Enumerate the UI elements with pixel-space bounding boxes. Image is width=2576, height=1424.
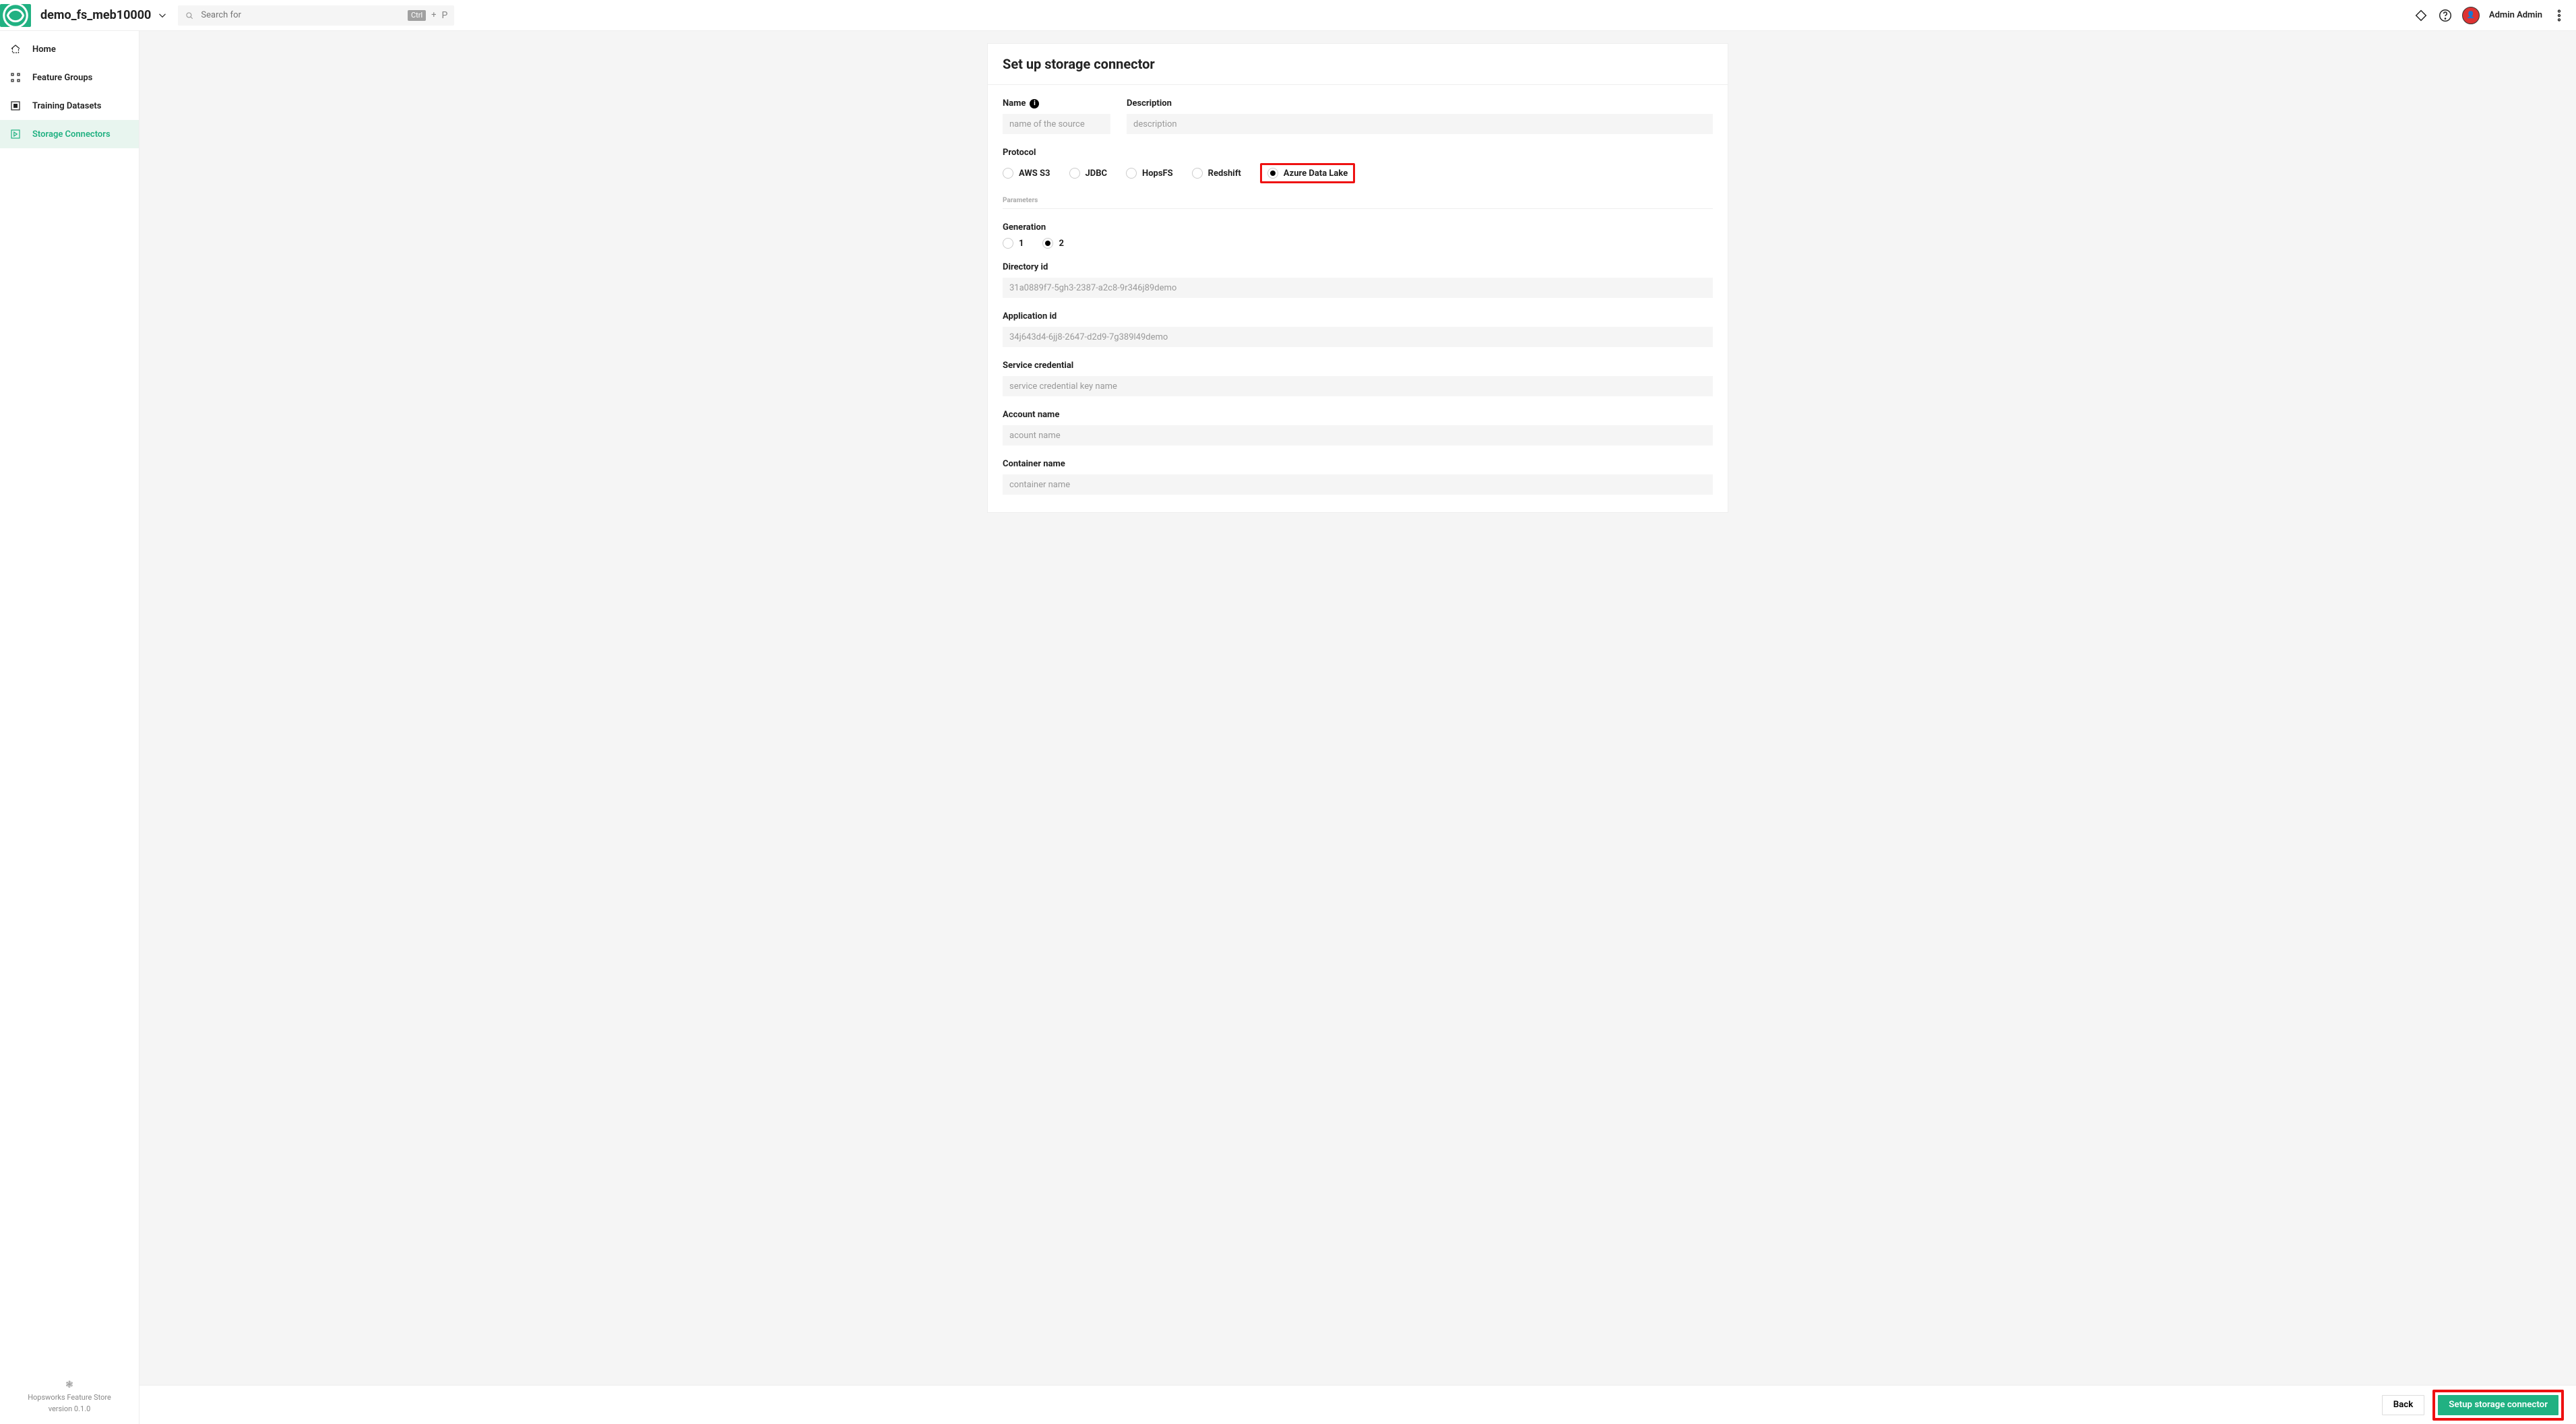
sidebar-item-label: Storage Connectors [32,129,111,140]
sidebar: Home Feature Groups Training Datasets St… [0,31,139,1424]
sidebar-nav: Home Feature Groups Training Datasets St… [0,31,139,148]
app-body: Home Feature Groups Training Datasets St… [0,31,2576,1424]
submit-highlight-annotation: Setup storage connector [2432,1390,2564,1421]
project-name: demo_fs_meb10000 [40,8,151,22]
field-application-id: Application id [1003,311,1713,347]
section-protocol: Protocol AWS S3 JDBC HopsFS Redshift Azure D… [1003,148,1713,183]
training-datasets-icon [9,100,22,112]
card-title: Set up storage connector [988,44,1728,85]
name-input[interactable] [1003,114,1110,134]
sidebar-item-training-datasets[interactable]: Training Datasets [0,92,139,120]
row-name-description: Name i Description [1003,98,1713,134]
feature-groups-icon [9,71,22,84]
home-icon [9,43,22,55]
section-generation: Generation 12 [1003,222,1713,249]
footer-line2: version 0.1.0 [9,1404,129,1415]
kbd-key: P [442,10,448,21]
sidebar-item-feature-groups[interactable]: Feature Groups [0,63,139,92]
generation-option-label: 1 [1019,239,1024,249]
name-label: Name [1003,98,1026,109]
protocol-option-label: AWS S3 [1019,168,1050,179]
radio-icon [1267,168,1278,179]
field-label: Directory id [1003,262,1713,272]
overview-icon[interactable] [2414,8,2428,23]
storage-connectors-icon [9,128,22,140]
protocol-option-label: JDBC [1086,168,1108,179]
field-directory-id: Directory id [1003,262,1713,298]
sidebar-item-label: Training Datasets [32,101,101,111]
radio-icon [1042,238,1053,249]
description-label: Description [1127,98,1713,109]
help-icon[interactable] [2438,8,2453,23]
protocol-option-redshift[interactable]: Redshift [1192,168,1241,179]
kbd-plus: + [431,10,436,20]
radio-icon [1003,168,1013,179]
brand-logo[interactable] [0,4,31,27]
app-header: demo_fs_meb10000 Ctrl + P 👤 Admin Admin [0,0,2576,31]
generation-radio-row: 12 [1003,238,1713,249]
fields-host: Directory id Application id Service creden… [1003,262,1713,495]
more-menu-icon[interactable] [2552,8,2567,23]
name-label-wrap: Name i [1003,98,1110,109]
radio-icon [1069,168,1080,179]
sidebar-item-label: Feature Groups [32,73,92,83]
generation-label: Generation [1003,222,1713,233]
field-input[interactable] [1003,327,1713,347]
generation-option-2[interactable]: 2 [1042,238,1063,249]
generation-option-label: 2 [1059,239,1063,249]
search-bar[interactable]: Ctrl + P [178,5,454,26]
user-avatar[interactable]: 👤 [2462,7,2480,24]
footer-line1: Hopsworks Feature Store [9,1392,129,1404]
field-input[interactable] [1003,425,1713,445]
field-input[interactable] [1003,474,1713,495]
radio-icon [1192,168,1203,179]
protocol-option-jdbc[interactable]: JDBC [1069,168,1108,179]
description-input[interactable] [1127,114,1713,134]
protocol-option-label: Azure Data Lake [1284,168,1348,179]
kbd-ctrl: Ctrl [408,10,426,21]
user-name: Admin Admin [2489,10,2542,20]
field-container-name: Container name [1003,459,1713,495]
field-label: Service credential [1003,361,1713,371]
generation-option-1[interactable]: 1 [1003,238,1024,249]
sidebar-footer: ❃ Hopsworks Feature Store version 0.1.0 [0,1369,139,1424]
field-service-credential: Service credential [1003,361,1713,396]
field-name: Name i [1003,98,1110,134]
chevron-down-icon [156,9,168,22]
project-switcher[interactable]: demo_fs_meb10000 [40,8,168,22]
sidebar-item-label: Home [32,44,56,55]
field-label: Container name [1003,459,1713,469]
form-card: Set up storage connector Name i Descript… [987,43,1728,513]
search-input[interactable] [199,9,402,21]
info-icon[interactable]: i [1030,99,1039,109]
footer-bar: Back Setup storage connector [139,1385,2576,1424]
field-input[interactable] [1003,376,1713,396]
protocol-label: Protocol [1003,148,1713,158]
parameters-label: Parameters [1003,197,1713,209]
back-button[interactable]: Back [2382,1395,2425,1415]
radio-icon [1126,168,1137,179]
footer-logo-icon: ❃ [9,1378,129,1392]
sidebar-item-storage-connectors[interactable]: Storage Connectors [0,120,139,148]
main: Set up storage connector Name i Descript… [139,31,2576,1424]
search-icon [185,11,194,20]
field-label: Application id [1003,311,1713,321]
protocol-option-label: HopsFS [1142,168,1173,179]
protocol-option-aws-s3[interactable]: AWS S3 [1003,168,1050,179]
setup-storage-connector-button[interactable]: Setup storage connector [2438,1395,2558,1415]
radio-icon [1003,238,1013,249]
field-label: Account name [1003,410,1713,420]
field-account-name: Account name [1003,410,1713,445]
logo-icon [0,0,31,31]
sidebar-item-home[interactable]: Home [0,35,139,63]
protocol-option-hopsfs[interactable]: HopsFS [1126,168,1173,179]
field-input[interactable] [1003,278,1713,298]
field-description: Description [1127,98,1713,134]
protocol-radio-row: AWS S3 JDBC HopsFS Redshift Azure Data Lake [1003,163,1713,183]
protocol-option-label: Redshift [1208,168,1241,179]
form: Name i Description Protocol AWS S3 JDBC Ho… [988,85,1728,512]
protocol-option-azure-data-lake[interactable]: Azure Data Lake [1260,163,1355,183]
